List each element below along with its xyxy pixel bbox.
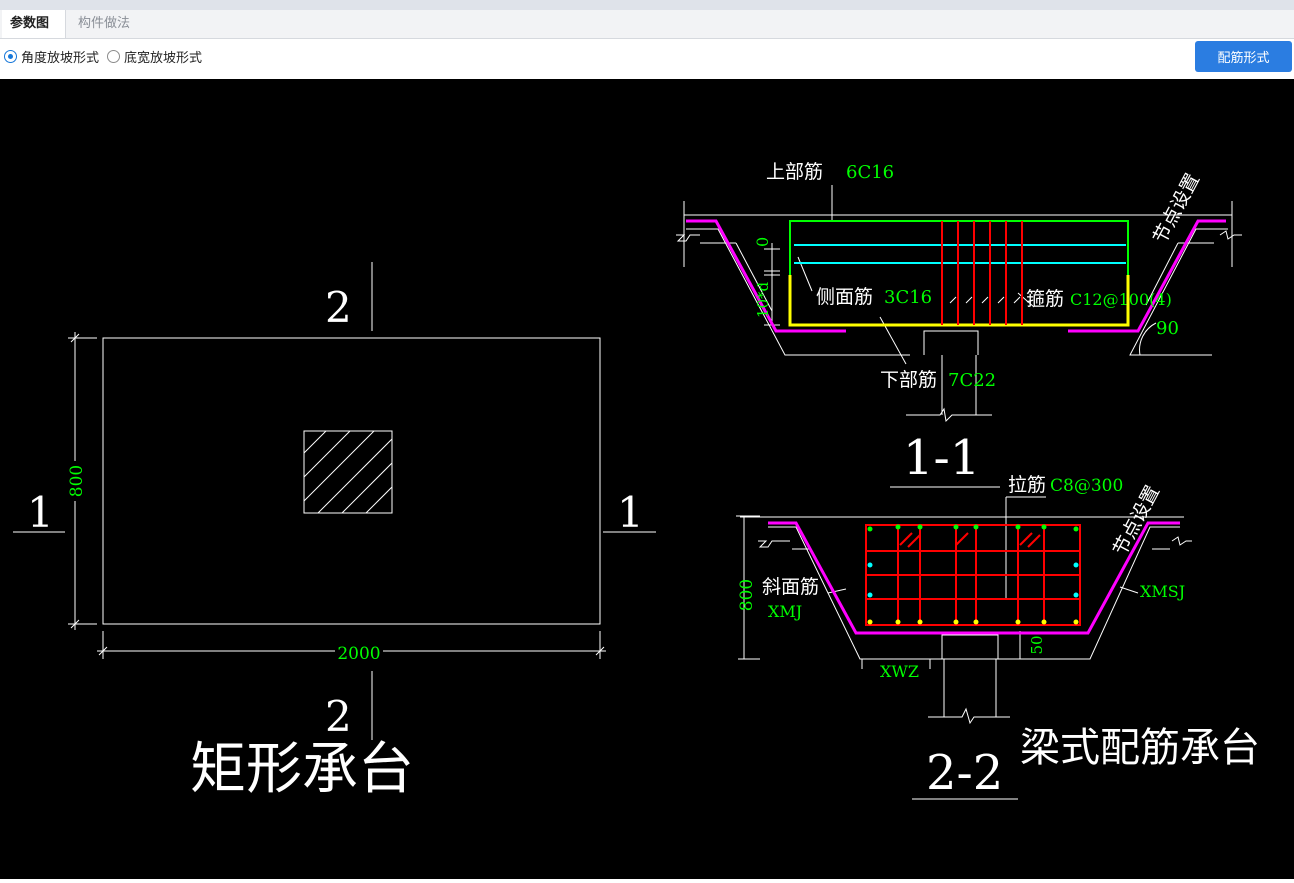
dim-zero: 0 xyxy=(753,237,772,247)
stirrup-label: 箍筋 xyxy=(1026,288,1064,310)
bottom-rebar-label: 下部筋 xyxy=(880,369,937,391)
toolbar: 角度放坡形式 底宽放坡形式 配筋形式 xyxy=(0,39,1294,79)
radio-bottom-width-slope-label: 底宽放坡形式 xyxy=(124,50,203,66)
slope-rebar-code: XMJ xyxy=(768,602,802,621)
cad-drawing: 2 2 1 1 2000 800 矩形承台 上部筋 6C16 侧面筋 3C16 … xyxy=(13,161,1260,802)
xmsj-label: XMSJ xyxy=(1140,582,1185,601)
tab-bar: 参数图 构件做法 xyxy=(0,10,1294,39)
stirrup-value: C12@100(4) xyxy=(1070,290,1172,309)
tab-parameter-diagram[interactable]: 参数图 xyxy=(2,10,66,38)
top-rebar-label: 上部筋 xyxy=(766,161,823,183)
column-hatch-lines xyxy=(303,430,393,514)
rebar-form-button[interactable]: 配筋形式 xyxy=(1195,41,1292,72)
plan-title: 矩形承台 xyxy=(190,737,414,802)
radio-angle-slope[interactable]: 角度放坡形式 xyxy=(4,47,99,66)
plan-width-dimension: 2000 xyxy=(337,644,380,664)
plan-section-mark-1-left: 1 xyxy=(27,488,54,537)
plan-section-mark-2-top: 2 xyxy=(325,283,352,332)
radio-angle-slope-label: 角度放坡形式 xyxy=(21,50,100,66)
angle-value: 90 xyxy=(1156,318,1179,339)
tie-label: 拉筋 xyxy=(1008,474,1046,496)
pile-cap-outline xyxy=(102,337,601,625)
radio-unchecked-icon[interactable] xyxy=(107,49,121,63)
plan-height-dimension: 800 xyxy=(67,465,87,497)
dim-50: 50 xyxy=(1028,635,1046,654)
stirrups-red xyxy=(941,221,1023,325)
dim-10d: 10*d xyxy=(754,282,772,319)
slope-form-radio-group: 角度放坡形式 底宽放坡形式 xyxy=(4,39,210,73)
dim-800-section: 800 xyxy=(737,579,757,611)
section-2-2-title: 2-2 xyxy=(926,745,1003,801)
plan-section-mark-1-right: 1 xyxy=(617,488,644,537)
node-setting-1-1: 节点设置 xyxy=(1149,170,1204,247)
side-rebar-value: 3C16 xyxy=(884,287,932,308)
top-rebar-value: 6C16 xyxy=(846,162,894,183)
slope-rebar-right xyxy=(1068,219,1226,333)
leader-xmsj xyxy=(1119,586,1139,594)
bottom-rebar-value: 7C22 xyxy=(948,370,996,391)
angle-arc xyxy=(1139,322,1157,356)
rebar-grid-2-2 xyxy=(866,525,1080,625)
cad-drawing-canvas: 2 2 1 1 2000 800 矩形承台 上部筋 6C16 侧面筋 3C16 … xyxy=(0,79,1294,879)
type-title: 梁式配筋承台 xyxy=(1020,725,1260,771)
tie-value: C8@300 xyxy=(1050,476,1123,496)
window-top-strip xyxy=(0,0,1294,10)
plan-view xyxy=(13,262,656,740)
slope-rebar-label: 斜面筋 xyxy=(762,576,819,598)
plan-section-mark-2-bottom: 2 xyxy=(325,692,352,741)
radio-bottom-width-slope[interactable]: 底宽放坡形式 xyxy=(107,47,202,66)
radio-checked-icon[interactable] xyxy=(4,49,17,63)
side-rebar-label: 侧面筋 xyxy=(816,286,873,308)
section-1-1-title: 1-1 xyxy=(903,430,980,486)
xwz-label: XWZ xyxy=(880,662,919,681)
tab-component-method[interactable]: 构件做法 xyxy=(70,10,148,38)
